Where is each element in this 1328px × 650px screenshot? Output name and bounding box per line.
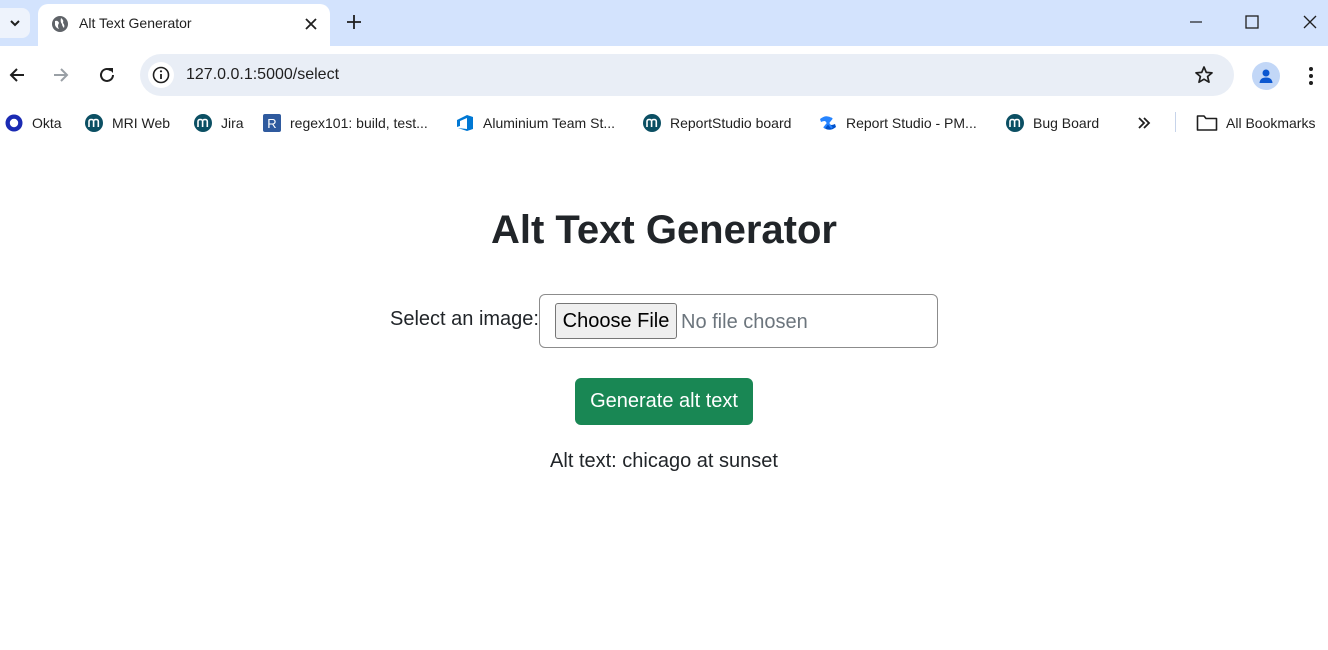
reload-button[interactable] bbox=[94, 62, 120, 88]
bookmark-label: ReportStudio board bbox=[670, 115, 792, 131]
tab-close-button[interactable] bbox=[300, 13, 322, 35]
reload-icon bbox=[100, 67, 114, 82]
tab-title: Alt Text Generator bbox=[79, 15, 192, 31]
all-bookmarks-button[interactable]: All Bookmarks bbox=[1196, 112, 1315, 134]
regex101-icon: R bbox=[262, 113, 282, 133]
bookmark-regex101[interactable]: R regex101: build, test... bbox=[262, 112, 428, 134]
url-text: 127.0.0.1:5000/select bbox=[186, 66, 340, 83]
page-title: Alt Text Generator bbox=[491, 208, 837, 252]
bookmark-label: Report Studio - PM... bbox=[846, 115, 977, 131]
minimize-icon bbox=[1190, 21, 1202, 23]
choose-file-button[interactable]: Choose File bbox=[555, 303, 677, 339]
more-vertical-icon bbox=[1309, 67, 1313, 85]
tab-strip: Alt Text Generator bbox=[0, 0, 1328, 46]
bookmark-aluminium-team[interactable]: Aluminium Team St... bbox=[455, 112, 615, 134]
arrow-left-icon bbox=[9, 68, 24, 82]
bookmark-star-button[interactable] bbox=[1192, 63, 1216, 87]
chevron-down-icon bbox=[10, 20, 20, 27]
new-tab-button[interactable] bbox=[340, 8, 368, 36]
bookmark-label: Jira bbox=[221, 115, 244, 131]
minimize-button[interactable] bbox=[1168, 0, 1224, 44]
plus-icon bbox=[347, 15, 361, 29]
mri-icon bbox=[193, 113, 213, 133]
mri-icon bbox=[1005, 113, 1025, 133]
bookmark-label: MRI Web bbox=[112, 115, 171, 131]
browser-toolbar: 127.0.0.1:5000/select bbox=[0, 46, 1328, 104]
bookmark-label: Aluminium Team St... bbox=[483, 115, 616, 131]
tab-search-button[interactable] bbox=[0, 8, 30, 38]
mri-icon bbox=[84, 113, 104, 133]
bookmark-label: regex101: build, test... bbox=[290, 115, 428, 131]
folder-icon bbox=[1196, 113, 1218, 133]
maximize-icon bbox=[1245, 15, 1259, 29]
person-icon bbox=[1259, 69, 1273, 83]
maximize-button[interactable] bbox=[1224, 0, 1280, 44]
svg-text:R: R bbox=[267, 116, 276, 131]
forward-button[interactable] bbox=[48, 62, 74, 88]
address-bar[interactable]: 127.0.0.1:5000/select bbox=[140, 54, 1234, 96]
arrow-right-icon bbox=[54, 68, 69, 82]
bookmarks-divider bbox=[1175, 112, 1176, 132]
info-icon bbox=[152, 66, 170, 84]
all-bookmarks-label: All Bookmarks bbox=[1226, 115, 1316, 131]
alt-text-result: Alt text: chicago at sunset bbox=[550, 450, 778, 472]
chevron-double-right-icon bbox=[1138, 117, 1151, 129]
bookmark-report-studio-pm[interactable]: Report Studio - PM... bbox=[818, 112, 977, 134]
bookmark-label: Okta bbox=[32, 115, 62, 131]
generate-alt-text-button[interactable]: Generate alt text bbox=[575, 378, 753, 425]
okta-icon bbox=[4, 113, 24, 133]
tab-active[interactable]: Alt Text Generator bbox=[38, 4, 330, 46]
bookmarks-overflow-button[interactable] bbox=[1136, 112, 1152, 134]
browser-menu-button[interactable] bbox=[1300, 63, 1322, 89]
globe-icon bbox=[52, 16, 68, 32]
close-icon bbox=[1303, 15, 1317, 29]
bookmark-label: Bug Board bbox=[1033, 115, 1100, 131]
confluence-icon bbox=[818, 113, 838, 133]
image-field-label: Select an image: bbox=[390, 308, 539, 330]
mri-icon bbox=[642, 113, 662, 133]
close-icon bbox=[305, 18, 317, 30]
bookmark-bug-board[interactable]: Bug Board bbox=[1005, 112, 1099, 134]
bookmark-jira[interactable]: Jira bbox=[193, 112, 244, 134]
azure-devops-icon bbox=[455, 113, 475, 133]
bookmarks-bar: Okta MRI Web Jira R regex101: build, tes… bbox=[0, 104, 1328, 142]
bookmark-mri-web[interactable]: MRI Web bbox=[84, 112, 170, 134]
back-button[interactable] bbox=[4, 62, 30, 88]
file-status-text: No file chosen bbox=[681, 311, 808, 333]
bookmark-reportstudio-board[interactable]: ReportStudio board bbox=[642, 112, 791, 134]
profile-button[interactable] bbox=[1252, 62, 1280, 90]
image-file-input[interactable]: Choose File No file chosen bbox=[539, 294, 938, 348]
page-content: Alt Text Generator Select an image: Choo… bbox=[0, 142, 1328, 650]
bookmark-okta[interactable]: Okta bbox=[4, 112, 62, 134]
star-icon bbox=[1195, 66, 1213, 84]
window-close-button[interactable] bbox=[1282, 0, 1328, 44]
site-info-button[interactable] bbox=[148, 62, 174, 88]
